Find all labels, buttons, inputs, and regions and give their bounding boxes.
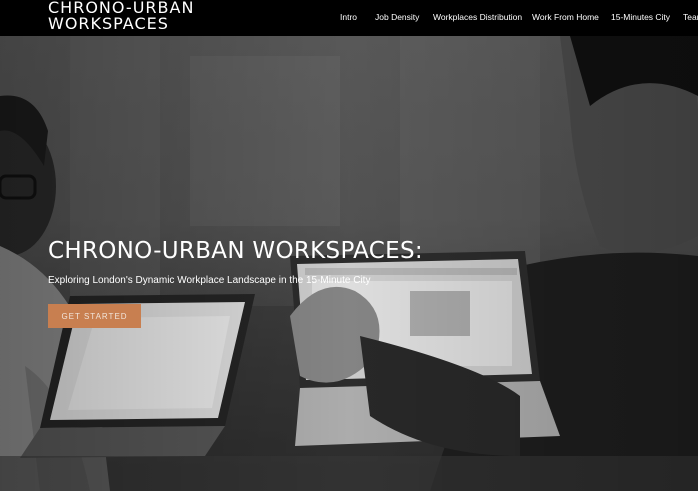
nav-link-15-minutes-city[interactable]: 15-Minutes City <box>611 12 670 22</box>
get-started-button[interactable]: GET STARTED <box>48 304 141 328</box>
main-nav: Intro Job Density Workplaces Distributio… <box>0 12 698 26</box>
hero-subtitle: Exploring London's Dynamic Workplace Lan… <box>48 275 371 286</box>
nav-link-job-density[interactable]: Job Density <box>375 12 419 22</box>
nav-link-intro[interactable]: Intro <box>340 12 357 22</box>
nav-link-work-from-home[interactable]: Work From Home <box>532 12 599 22</box>
nav-link-workplaces-distribution[interactable]: Workplaces Distribution <box>433 12 522 22</box>
top-navbar: CHRONO-URBAN WORKSPACES Intro Job Densit… <box>0 0 698 36</box>
nav-link-team[interactable]: Team <box>683 12 698 22</box>
hero-section: CHRONO-URBAN WORKSPACES: Exploring Londo… <box>0 36 698 491</box>
hero-title: CHRONO-URBAN WORKSPACES: <box>48 238 423 264</box>
